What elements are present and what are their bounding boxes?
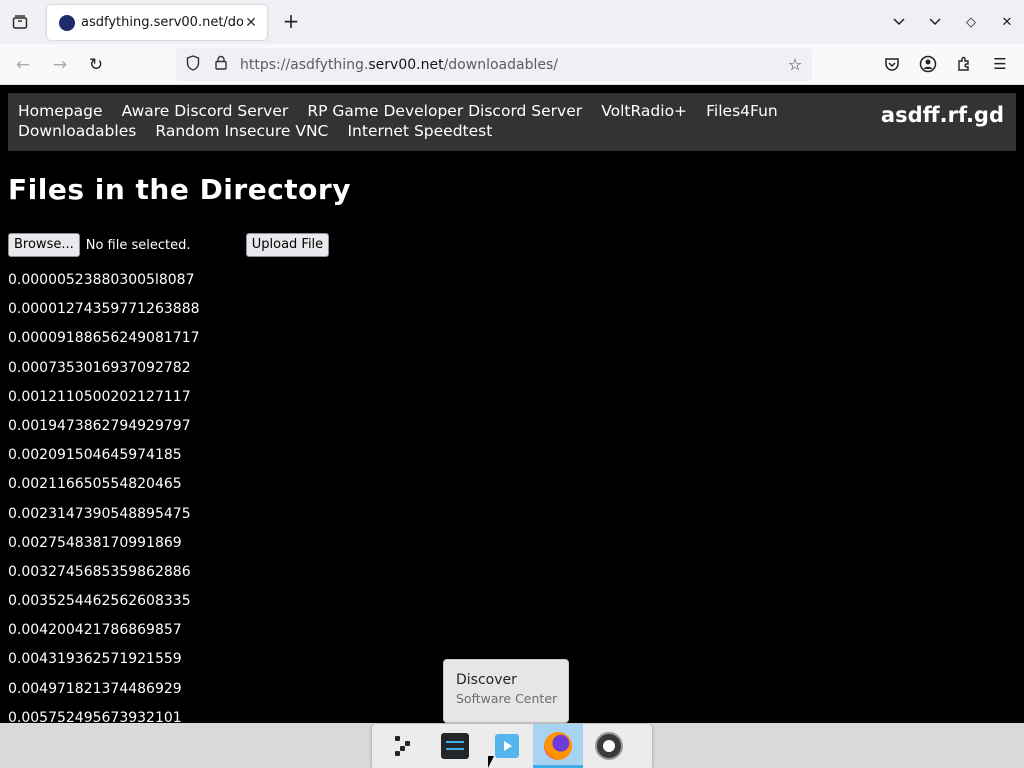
file-status-text: No file selected.	[85, 237, 191, 253]
reload-icon[interactable]: ↻	[83, 52, 109, 78]
nav-link-aware-discord[interactable]: Aware Discord Server	[122, 102, 289, 121]
file-link[interactable]: 0.0012110500202127117	[8, 387, 200, 416]
file-link[interactable]: 0.0035254462562608335	[8, 591, 200, 620]
tab-list-icon[interactable]	[8, 10, 32, 34]
extensions-icon[interactable]	[952, 52, 976, 76]
tracking-shield-icon[interactable]	[184, 54, 202, 75]
nav-link-downloadables[interactable]: Downloadables	[18, 122, 136, 141]
nav-link-random-vnc[interactable]: Random Insecure VNC	[155, 122, 328, 141]
file-link[interactable]: 0.0032745685359862886	[8, 562, 200, 591]
app-launcher-button[interactable]	[380, 724, 430, 768]
menu-hamburger-icon[interactable]: ☰	[988, 52, 1012, 76]
file-link[interactable]: 0.0019473862794929797	[8, 416, 200, 445]
nav-link-voltradio[interactable]: VoltRadio+	[601, 102, 687, 121]
firefox-button[interactable]	[533, 724, 583, 768]
maximize-icon[interactable]: ◇	[960, 15, 982, 30]
tooltip-title: Discover	[456, 672, 517, 688]
upload-file-button[interactable]: Upload File	[245, 233, 330, 257]
taskbar-tooltip: Discover Software Center	[443, 659, 569, 723]
nav-link-rp-game-discord[interactable]: RP Game Developer Discord Server	[307, 102, 582, 121]
browser-tab-bar: asdfything.serv00.net/dow ✕ + ◇ ✕	[0, 0, 1024, 44]
file-list: 0.000005238803005l8087 0.000012743597712…	[8, 270, 200, 723]
launcher-icon	[392, 733, 418, 759]
file-link[interactable]: 0.004319362571921559	[8, 649, 200, 678]
taskbar	[0, 723, 1024, 768]
nav-link-speedtest[interactable]: Internet Speedtest	[347, 122, 492, 141]
discover-icon	[495, 734, 519, 758]
back-arrow-icon[interactable]: ←	[10, 52, 36, 78]
file-link[interactable]: 0.002116650554820465	[8, 474, 200, 503]
tooltip-subtitle: Software Center	[456, 691, 558, 706]
lock-icon[interactable]	[214, 55, 228, 74]
new-tab-icon[interactable]: +	[279, 10, 303, 34]
tab-title: asdfything.serv00.net/dow	[81, 15, 243, 30]
page-title: Files in the Directory	[8, 173, 351, 206]
gimp-button[interactable]	[584, 724, 634, 768]
browser-nav-bar: ← → ↻ https://asdfything.serv00.net/down…	[0, 44, 1024, 85]
nav-link-homepage[interactable]: Homepage	[18, 102, 103, 121]
close-window-icon[interactable]: ✕	[996, 15, 1018, 30]
file-link[interactable]: 0.005752495673932101	[8, 708, 200, 723]
web-page: Homepage Aware Discord Server RP Game De…	[0, 85, 1024, 723]
site-navigation: Homepage Aware Discord Server RP Game De…	[8, 93, 1016, 151]
firefox-icon	[544, 732, 572, 760]
list-all-tabs-icon[interactable]	[888, 15, 910, 30]
address-bar[interactable]: https://asdfything.serv00.net/downloadab…	[176, 48, 812, 81]
close-tab-icon[interactable]: ✕	[243, 15, 259, 31]
nav-link-files4fun[interactable]: Files4Fun	[706, 102, 778, 121]
system-settings-button[interactable]	[430, 724, 480, 768]
file-link[interactable]: 0.000005238803005l8087	[8, 270, 200, 299]
file-link[interactable]: 0.002754838170991869	[8, 533, 200, 562]
upload-form: Browse... No file selected. Upload File	[8, 233, 330, 257]
file-link[interactable]: 0.0023147390548895475	[8, 504, 200, 533]
forward-arrow-icon[interactable]: →	[47, 52, 73, 78]
file-link[interactable]: 0.00001274359771263888	[8, 299, 200, 328]
mouse-cursor-icon	[488, 756, 494, 768]
file-link[interactable]: 0.00009188656249081717	[8, 328, 200, 357]
account-icon[interactable]	[916, 52, 940, 76]
file-link[interactable]: 0.0007353016937092782	[8, 358, 200, 387]
gimp-icon	[595, 732, 623, 760]
minimize-chevron-icon[interactable]	[924, 15, 946, 30]
bookmark-star-icon[interactable]: ☆	[786, 55, 804, 74]
url-text: https://asdfything.serv00.net/downloadab…	[240, 56, 558, 73]
file-link[interactable]: 0.002091504645974185	[8, 445, 200, 474]
site-brand[interactable]: asdff.rf.gd	[881, 103, 1004, 127]
settings-icon	[441, 733, 469, 759]
file-link[interactable]: 0.004971821374486929	[8, 679, 200, 708]
active-tab[interactable]: asdfything.serv00.net/dow ✕	[47, 5, 267, 40]
task-manager-panel	[372, 724, 652, 768]
pocket-icon[interactable]	[880, 52, 904, 76]
browse-button[interactable]: Browse...	[8, 233, 80, 257]
file-link[interactable]: 0.004200421786869857	[8, 620, 200, 649]
site-favicon-icon	[59, 14, 75, 31]
